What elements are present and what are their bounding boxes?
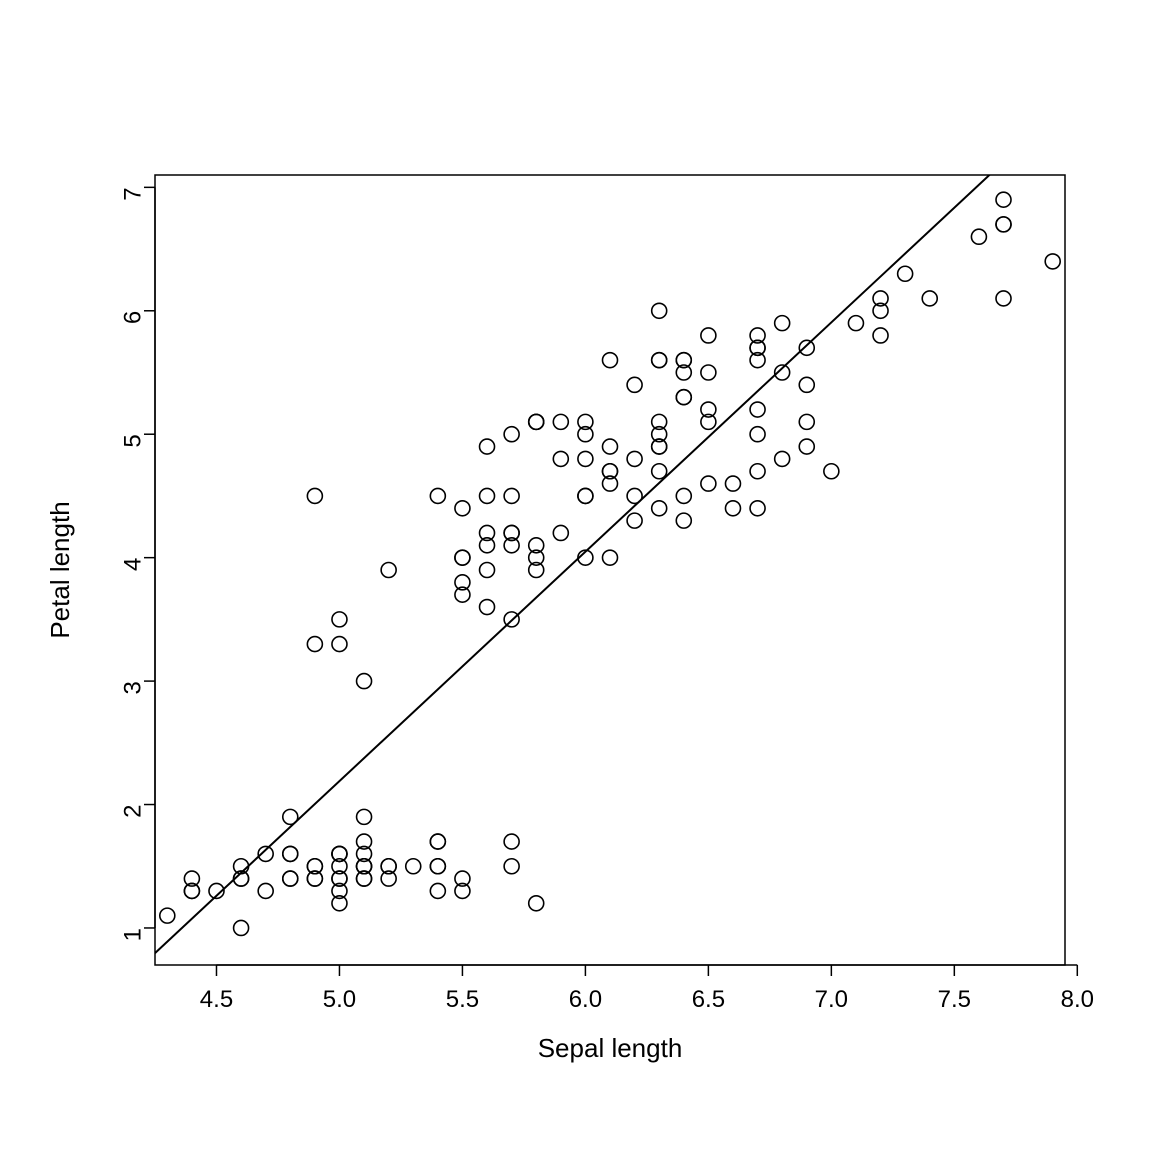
data-point [750, 464, 765, 479]
data-point [430, 883, 445, 898]
x-tick-label: 8.0 [1061, 986, 1094, 1013]
data-point [529, 896, 544, 911]
data-point [603, 550, 618, 565]
data-point [578, 488, 593, 503]
y-tick-label: 3 [120, 681, 147, 694]
data-point [357, 809, 372, 824]
data-point [553, 525, 568, 540]
x-tick-label: 5.0 [323, 986, 356, 1013]
data-point [652, 501, 667, 516]
data-point [504, 834, 519, 849]
data-point [553, 414, 568, 429]
y-axis-label: Petal length [45, 501, 75, 638]
data-point [775, 316, 790, 331]
data-point [332, 637, 347, 652]
data-point [701, 365, 716, 380]
x-tick-label: 7.0 [815, 986, 848, 1013]
data-point [652, 353, 667, 368]
data-point [652, 464, 667, 479]
data-point [676, 390, 691, 405]
data-point [258, 883, 273, 898]
data-point [750, 402, 765, 417]
data-point [775, 451, 790, 466]
data-point [676, 488, 691, 503]
data-point [283, 809, 298, 824]
data-point [603, 353, 618, 368]
data-point [332, 612, 347, 627]
data-point [603, 439, 618, 454]
data-point [307, 637, 322, 652]
data-point [480, 488, 495, 503]
data-point [652, 303, 667, 318]
y-tick-label: 7 [120, 187, 147, 200]
data-point [307, 488, 322, 503]
data-point [627, 377, 642, 392]
data-point [922, 291, 937, 306]
data-point [799, 414, 814, 429]
data-point [455, 550, 470, 565]
data-point [848, 316, 863, 331]
data-point [701, 328, 716, 343]
x-tick-label: 6.0 [569, 986, 602, 1013]
y-tick-label: 5 [120, 434, 147, 447]
x-tick-label: 4.5 [200, 986, 233, 1013]
data-point [725, 501, 740, 516]
data-point [283, 871, 298, 886]
x-axis-label: Sepal length [538, 1033, 683, 1063]
data-point [824, 464, 839, 479]
data-point [529, 414, 544, 429]
data-point [430, 488, 445, 503]
data-point [504, 427, 519, 442]
y-tick-label: 6 [120, 311, 147, 324]
data-point [996, 291, 1011, 306]
data-point [455, 501, 470, 516]
data-point [873, 328, 888, 343]
data-point [480, 439, 495, 454]
data-point [160, 908, 175, 923]
data-point [504, 859, 519, 874]
data-point [1045, 254, 1060, 269]
data-point [234, 920, 249, 935]
data-point [430, 859, 445, 874]
data-point [578, 451, 593, 466]
scatter-chart: 4.5 5.0 5.5 6.0 6.5 7.0 7.5 8.0 1 2 3 4 5 6 7 Sepal len… [0, 0, 1152, 1152]
regression-line [155, 105, 1065, 954]
x-tick-label: 7.5 [938, 986, 971, 1013]
data-point [898, 266, 913, 281]
data-point [627, 451, 642, 466]
data-point [799, 439, 814, 454]
data-point [701, 476, 716, 491]
data-point [750, 501, 765, 516]
data-point [996, 217, 1011, 232]
data-point [750, 427, 765, 442]
data-point [283, 846, 298, 861]
data-point [430, 834, 445, 849]
data-point [996, 192, 1011, 207]
data-point [725, 476, 740, 491]
data-point [406, 859, 421, 874]
x-tick-label: 6.5 [692, 986, 725, 1013]
data-point [480, 563, 495, 578]
data-point [381, 563, 396, 578]
y-tick-label: 2 [120, 805, 147, 818]
data-point [676, 513, 691, 528]
data-point [627, 488, 642, 503]
x-tick-label: 5.5 [446, 986, 479, 1013]
data-point [553, 451, 568, 466]
data-point [971, 229, 986, 244]
data-point [627, 513, 642, 528]
data-point [799, 340, 814, 355]
data-point [480, 600, 495, 615]
data-point [357, 674, 372, 689]
y-tick-label: 4 [120, 558, 147, 571]
y-tick-label: 1 [120, 928, 147, 941]
data-point [504, 488, 519, 503]
data-point [799, 377, 814, 392]
